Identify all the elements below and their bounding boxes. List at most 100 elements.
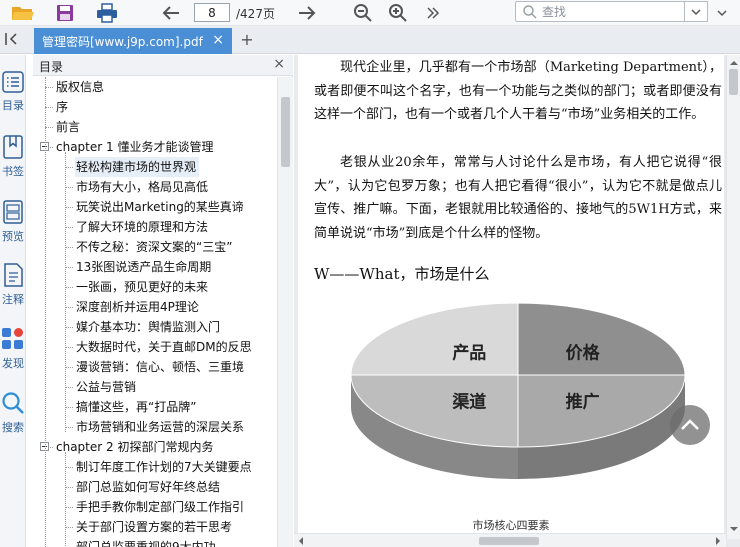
outline-item[interactable]: 媒介基本功：舆情监测入门 [75,317,223,337]
tree-connector [65,327,73,328]
outline-item[interactable]: 部门总监如何写好年终总结 [75,477,223,497]
apps-icon [2,328,23,349]
scroll-left-icon[interactable] [297,536,305,546]
list-icon [2,71,24,93]
outline-item[interactable]: 制订年度工作计划的7大关键要点 [75,457,255,477]
new-tab-button[interactable]: + [238,30,256,49]
pie-chart: 价格推广 渠道 产品 [350,302,686,479]
tree-connector [65,167,73,168]
outline-chapter[interactable]: 序 [55,97,71,117]
outline-item[interactable]: 玩笑说出Marketing的某些真谛 [75,197,247,217]
pie-slice [517,302,686,376]
tree-connector [65,247,73,248]
outline-item[interactable]: 轻松构建市场的世界观 [75,157,200,177]
zoom-in-icon [389,4,407,22]
document-scrollbar[interactable] [726,55,740,539]
zoom-out-icon [354,4,372,22]
scroll-thumb[interactable] [729,69,738,95]
figure-caption: 市场核心四要素 [472,519,550,532]
paragraph: 老银从业20余年，常常与人讨论什么是市场，有人把它说得“很大”，认为它包罗万象；… [314,155,722,241]
close-icon[interactable]: × [273,56,285,72]
rail-label: 目录 [2,99,24,112]
document-page: 现代企业里，几乎都有一个市场部（Marketing Department），或者… [298,55,724,539]
outline-item[interactable]: 了解大环境的原理和方法 [75,217,211,237]
save-icon [57,5,73,21]
outline-item[interactable]: 部门总监要重视的9大内功 [75,537,219,547]
outline-panel: 目录 × 版权信息序前言 chapter 1 懂业务才能谈管理 轻松构建市场的世界观… [33,55,293,547]
tree-connector [65,187,73,188]
outline-item[interactable]: 关于部门设置方案的若干思考 [75,517,235,537]
page-number-input[interactable] [194,3,230,22]
outline-title: 目录 [39,60,64,74]
outline-item[interactable]: 深度剖析并运用4P理论 [75,297,202,317]
rail-label: 搜索 [2,421,24,434]
arrow-right-icon [299,6,316,20]
close-icon[interactable]: × [212,32,224,48]
paragraph: 现代企业里，几乎都有一个市场部（Marketing Department），或者… [314,60,722,122]
collapse-panel-button[interactable] [3,31,25,49]
scroll-thumb[interactable] [281,97,290,167]
rail-item-bookmarks[interactable]: 书签 [0,135,26,179]
arrow-left-icon [162,6,179,20]
outline-item[interactable]: 公益与营销 [75,377,139,397]
outline-header: 目录 × [33,55,293,76]
zoom-out-button[interactable] [350,2,376,24]
outline-item[interactable]: 搞懂这些，再“打品牌” [75,397,199,417]
scroll-thumb[interactable] [479,537,539,545]
outline-item[interactable]: 13张图说透产品生命周期 [75,257,214,277]
scroll-up-icon[interactable] [728,59,740,67]
search-box[interactable] [515,1,685,22]
tree-connector [45,127,53,128]
search-options-button[interactable] [684,1,708,22]
chevron-up-icon [681,419,699,430]
print-button[interactable] [94,2,120,24]
next-page-button[interactable] [294,2,320,24]
outline-item[interactable]: 不传之秘：资深文案的“三宝” [75,237,235,257]
double-chevron-right-icon [427,7,440,19]
back-to-top-button[interactable] [670,405,710,445]
tree-connector [65,407,73,408]
more-tools-button[interactable] [420,2,446,24]
rail-item-preview[interactable]: 预览 [0,200,26,244]
print-icon [97,3,117,23]
pie-slice-label: 渠道 [451,391,486,412]
rail-label: 发现 [2,357,24,370]
outline-scrollbar[interactable] [277,77,293,547]
tree-connector [45,77,46,547]
rail-item-discover[interactable]: 发现 [0,327,26,371]
outline-item[interactable]: 手把手教你制定部门级工作指引 [75,497,247,517]
horizontal-scrollbar[interactable] [294,533,726,547]
rail-item-outline[interactable]: 目录 [0,71,26,113]
scroll-right-icon[interactable] [714,536,722,546]
outline-chapter[interactable]: chapter 1 懂业务才能谈管理 [55,137,216,157]
tree-connector [65,227,73,228]
pie-slice-label: 产品 [452,343,486,364]
open-file-button[interactable] [10,2,36,24]
zoom-in-button[interactable] [385,2,411,24]
rail-item-search[interactable]: 搜索 [0,391,26,435]
previous-page-button[interactable] [158,2,184,24]
search-input[interactable] [542,2,672,21]
toolbar: /427页 [0,0,740,26]
rail-item-annotations[interactable]: 注释 [0,263,26,307]
outline-chapter[interactable]: chapter 2 初探部门常规内务 [55,437,216,457]
outline-item[interactable]: 一张画，预见更好的未来 [75,277,211,297]
save-button[interactable] [52,2,78,24]
scroll-down-icon[interactable] [728,525,740,533]
outline-item[interactable]: 市场营销和业务运营的深层关系 [75,417,247,437]
rail-label: 书签 [2,165,24,178]
bookmark-icon [3,135,23,159]
tree-connector [65,527,73,528]
rail-label: 注释 [2,293,24,306]
outline-chapter[interactable]: 版权信息 [55,77,107,97]
outline-item[interactable]: 大数据时代，关于直邮DM的反思 [75,337,255,357]
tree-connector [65,507,73,508]
tree-connector [45,107,53,108]
outline-item[interactable]: 市场有大小，格局见高低 [75,177,211,197]
tab-document[interactable]: 管理密码[www.j9p.com].pdf × [34,28,232,54]
toolbar-menu-button[interactable] [710,2,734,24]
outline-item[interactable]: 漫谈营销：信心、顿悟、三重境 [75,357,247,377]
tree-connector [65,152,66,432]
tree-connector [65,487,73,488]
outline-chapter[interactable]: 前言 [55,117,83,137]
